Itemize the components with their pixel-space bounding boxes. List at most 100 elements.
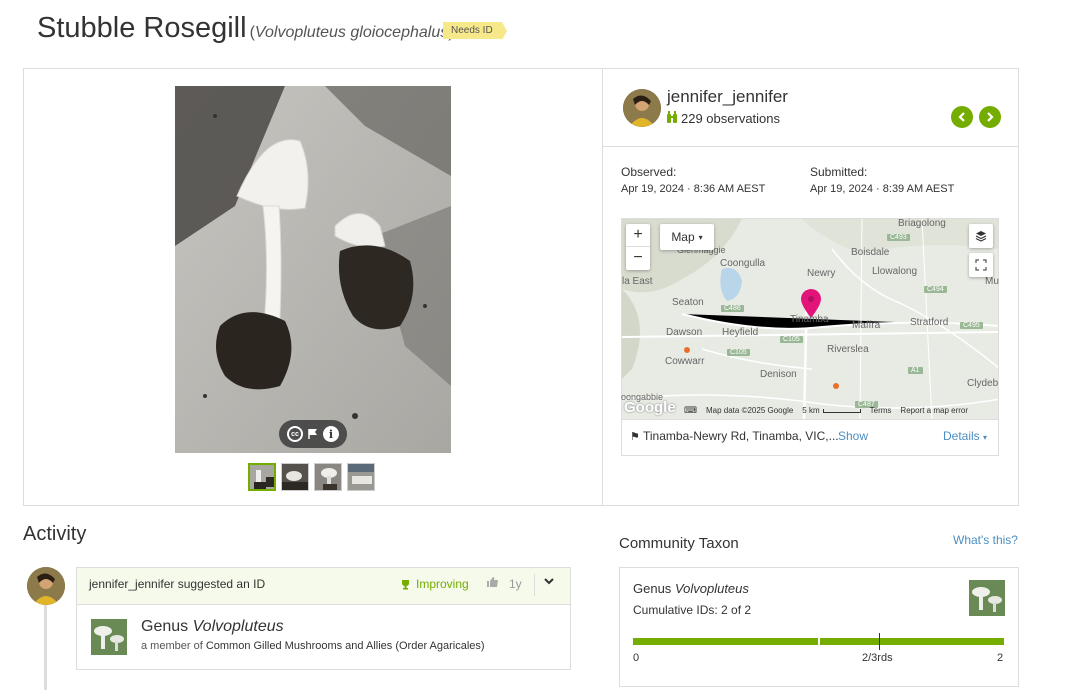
community-taxon-photo[interactable]: [969, 580, 1005, 616]
community-taxon-name[interactable]: Genus Volvopluteus: [633, 581, 749, 596]
photo-thumbnail[interactable]: [347, 463, 375, 491]
observer-username[interactable]: jennifer_jennifer: [667, 87, 788, 107]
map-road-label: C495: [960, 322, 983, 329]
scale-bar: [822, 408, 861, 413]
map-place-label: Maffra: [852, 320, 881, 331]
identification-age: 1y: [509, 577, 522, 591]
header-separator: [534, 574, 535, 596]
whats-this-link[interactable]: What's this?: [953, 533, 1018, 547]
zoom-in-button[interactable]: +: [626, 224, 650, 247]
caret-down-icon: ▾: [983, 433, 988, 442]
chevron-right-icon: [987, 112, 994, 122]
main-photo[interactable]: [175, 86, 451, 453]
improving-status: Improving: [400, 577, 469, 591]
map-place-label: Llowalong: [872, 266, 918, 277]
map-road-label: C494: [924, 286, 947, 293]
map-place-label: Stratford: [910, 317, 949, 328]
flag-icon[interactable]: [307, 428, 319, 440]
zoom-out-button[interactable]: −: [626, 247, 650, 269]
consensus-threshold-label: 2/3rds: [862, 652, 893, 664]
taxon-photo[interactable]: [91, 619, 127, 655]
prev-observation-button[interactable]: [951, 106, 973, 128]
identification-menu-button[interactable]: [543, 575, 555, 590]
consensus-bar-left: [633, 638, 818, 645]
consensus-max-label: 2: [997, 652, 1004, 664]
info-icon[interactable]: i: [323, 426, 339, 442]
map-place-label: Boisdale: [851, 247, 890, 258]
location-show-link[interactable]: Show: [838, 429, 868, 443]
identification-summary: jennifer_jennifer suggested an ID: [89, 577, 266, 591]
map-fullscreen-button[interactable]: [969, 253, 993, 277]
consensus-threshold-marker: [879, 633, 880, 650]
status-badge: Needs ID: [443, 22, 507, 40]
common-name: Stubble Rosegill: [37, 12, 247, 44]
observed-date: Apr 19, 2024 · 8:36 AM AEST: [621, 183, 766, 195]
activity-timeline: [44, 605, 47, 690]
map-place-label: Heyfield: [722, 327, 759, 338]
map-road-label: C105: [780, 336, 803, 343]
location-text: ⚑ Tinamba-Newry Rd, Tinamba, VIC,...: [630, 429, 839, 443]
identification-taxon[interactable]: Genus Volvopluteus: [141, 618, 284, 636]
chevron-left-icon: [958, 112, 965, 122]
map-place-label: Tinamba: [790, 314, 829, 325]
observer-avatar[interactable]: [623, 89, 661, 127]
photo-controls: cc i: [279, 420, 347, 448]
next-observation-button[interactable]: [979, 106, 1001, 128]
map-place-label: Mu: [985, 276, 999, 287]
trophy-icon: [402, 579, 409, 589]
chevron-down-icon: [544, 578, 554, 585]
taxon-parent: a member of Common Gilled Mushrooms and …: [141, 640, 485, 652]
submitted-label: Submitted:: [810, 165, 868, 179]
map-place-label: Briagolong: [898, 218, 946, 229]
keyboard-icon[interactable]: ⌨: [684, 405, 697, 416]
agree-icon[interactable]: [486, 576, 500, 591]
observer-obs-count[interactable]: 229 observations: [667, 111, 780, 126]
map-place-label: Denison: [760, 369, 797, 380]
location-details-dropdown[interactable]: Details ▾: [943, 429, 987, 443]
map-place-label: Riverslea: [827, 344, 869, 355]
observed-label: Observed:: [621, 165, 677, 179]
panel-divider: [602, 68, 603, 506]
map-place-label: Cowwarr: [665, 356, 705, 367]
binoculars-icon: [667, 111, 677, 126]
photo-thumbnails: [248, 463, 375, 491]
map-marker-icon: ⚑: [630, 431, 640, 443]
layers-icon: [975, 231, 987, 242]
map-road-label: C493: [887, 234, 910, 241]
parent-taxon-link[interactable]: Common Gilled Mushrooms and Allies (Orde…: [206, 640, 485, 652]
map-scale[interactable]: 5 km: [802, 406, 861, 415]
cc-icon[interactable]: cc: [287, 426, 303, 442]
map-place-label: la East: [622, 276, 653, 287]
activity-heading: Activity: [23, 523, 87, 545]
photo-thumbnail[interactable]: [281, 463, 309, 491]
photo-thumbnail[interactable]: [314, 463, 342, 491]
observation-title: Stubble Rosegill (Volvopluteus gloioceph…: [37, 12, 454, 45]
map-place-label: Coongulla: [720, 258, 766, 269]
identifier-username[interactable]: jennifer_jennifer: [89, 577, 174, 591]
map-place-label: Newry: [807, 268, 836, 279]
consensus-bar-right: [820, 638, 1004, 645]
activity-avatar[interactable]: [27, 567, 65, 605]
community-taxon-heading: Community Taxon: [619, 535, 739, 552]
consensus-min-label: 0: [633, 652, 640, 664]
map-road-label: C486: [721, 305, 744, 312]
report-map-error-link[interactable]: Report a map error: [900, 406, 968, 415]
cumulative-ids: Cumulative IDs: 2 of 2: [633, 603, 752, 617]
map-place-label: Dawson: [666, 327, 703, 338]
map-zoom-controls: + −: [626, 224, 650, 270]
map-attribution: ⌨ Map data ©2025 Google 5 km Terms Repor…: [684, 405, 969, 416]
google-logo: Google: [624, 399, 676, 416]
scientific-name: (Volvopluteus gloiocephalus): [249, 24, 454, 41]
map-place-label: Clydeb: [967, 378, 999, 389]
map-place-label: Seaton: [672, 297, 704, 308]
map-type-dropdown[interactable]: Map ▾: [660, 224, 714, 250]
submitted-date: Apr 19, 2024 · 8:39 AM AEST: [810, 183, 955, 195]
caret-down-icon: ▾: [698, 232, 703, 242]
map-road-label: C105: [727, 349, 750, 356]
photo-thumbnail[interactable]: [248, 463, 276, 491]
header-divider: [603, 146, 1019, 147]
map-road-label: A1: [908, 367, 923, 374]
map-layers-button[interactable]: [969, 224, 993, 248]
fullscreen-icon: [975, 259, 987, 271]
map-terms-link[interactable]: Terms: [870, 406, 892, 415]
